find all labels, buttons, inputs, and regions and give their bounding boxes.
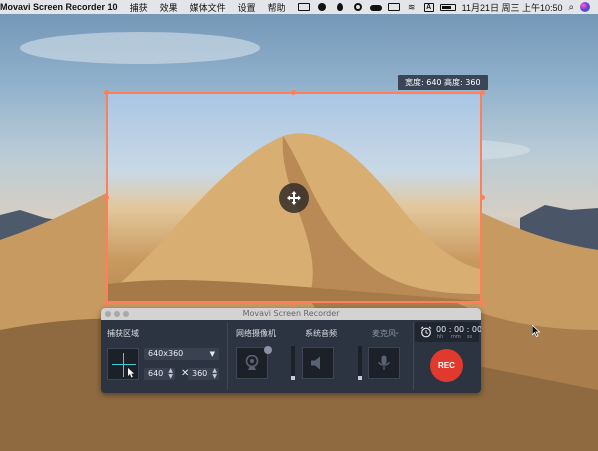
system-audio-level-meter [291,346,295,380]
recorder-titlebar[interactable]: Movavi Screen Recorder [101,308,481,320]
menu-effects[interactable]: 效果 [160,1,178,14]
microphone-icon [378,355,390,370]
zoom-window-button[interactable] [123,311,129,317]
timer-unit-hours: hh [437,334,444,340]
resize-handle-bottom[interactable] [291,301,296,306]
microphone-label[interactable]: 麦克风 [372,328,396,339]
move-arrows-icon [287,191,301,205]
record-button[interactable]: REC [430,349,463,382]
siri-icon[interactable] [580,2,591,12]
section-divider [227,322,228,390]
timer-value: 00 : 00 : 00 [436,325,481,334]
speaker-icon [311,356,320,370]
macos-menubar: Movavi Screen Recorder 10 捕获 效果 媒体文件 设置 … [0,0,598,14]
spotlight-search-icon[interactable]: ⌕ [569,2,575,13]
webcam-toggle[interactable] [236,347,268,379]
capture-height-value: 360 [192,369,208,378]
capture-width-value: 640 [148,369,164,378]
capture-size-badge: 宽度: 640 高度: 360 [398,75,488,90]
ring-icon[interactable] [352,2,364,12]
minimize-window-button[interactable] [114,311,120,317]
system-audio-label: 系统音频 [305,329,337,338]
menu-capture[interactable]: 捕获 [130,1,148,14]
system-audio-toggle[interactable] [302,347,334,379]
capture-area-label: 捕获区域 [107,329,139,338]
menubar-clock[interactable]: 11月21日 周三 上午10:50 [462,1,563,14]
webcam-label: 网络摄像机 [236,329,276,338]
display-icon[interactable] [387,3,400,11]
recorder-window-title: Movavi Screen Recorder [242,309,340,318]
drop-icon[interactable] [334,2,346,12]
menu-settings[interactable]: 设置 [238,1,256,14]
recorder-panel: Movavi Screen Recorder 捕获区域 640x360 ▼ 64… [101,308,481,393]
app-menu-name[interactable]: Movavi Screen Recorder 10 [0,2,118,12]
webcam-settings-gear-icon[interactable] [264,346,272,354]
resize-handle-top-right[interactable] [480,90,485,95]
microphone-toggle[interactable] [368,347,400,379]
menu-help[interactable]: 帮助 [268,1,286,14]
pointer-icon [128,368,134,378]
timer-unit-seconds: ss [467,334,473,340]
recording-timer: 00 : 00 : 00 hh mm ss [415,322,481,342]
height-stepper-icon[interactable]: ▲ ▼ [212,368,217,380]
resize-handle-right[interactable] [480,195,485,200]
move-region-button[interactable] [279,183,309,213]
microphone-level-meter [358,346,362,380]
width-stepper-icon[interactable]: ▲ ▼ [168,368,173,380]
menubar-status-area: ≋ A 11月21日 周三 上午10:50 ⌕ [297,1,598,14]
mouse-cursor-icon [532,325,541,337]
webcam-icon [245,355,259,370]
section-divider [413,322,414,390]
resize-handle-bottom-right[interactable] [480,301,485,306]
chevron-down-icon: ▼ [209,350,215,358]
menu-media-files[interactable]: 媒体文件 [190,1,226,14]
keyboard-input-icon[interactable]: A [423,2,434,12]
capture-size-preset-select[interactable]: 640x360 ▼ [144,348,219,360]
capture-area-thumbnail[interactable] [107,348,139,380]
microphone-dropdown-chevron-icon[interactable]: ⌄ [394,328,400,336]
screen-icon[interactable] [297,3,310,11]
timer-unit-minutes: mm [451,334,461,340]
battery-icon[interactable] [439,3,456,11]
capture-size-preset-value: 640x360 [148,349,184,358]
alarm-clock-icon[interactable] [420,326,432,338]
resize-handle-bottom-left[interactable] [104,301,109,306]
wifi-icon[interactable]: ≋ [406,2,418,12]
capture-height-input[interactable]: 360 ▲ ▼ [188,368,219,380]
resize-handle-top[interactable] [291,90,296,95]
close-window-button[interactable] [105,311,111,317]
cloud-icon[interactable] [369,3,382,12]
resize-handle-left[interactable] [104,195,109,200]
resize-handle-top-left[interactable] [104,90,109,95]
capture-width-input[interactable]: 640 ▲ ▼ [144,368,175,380]
shield-icon[interactable] [316,2,328,12]
